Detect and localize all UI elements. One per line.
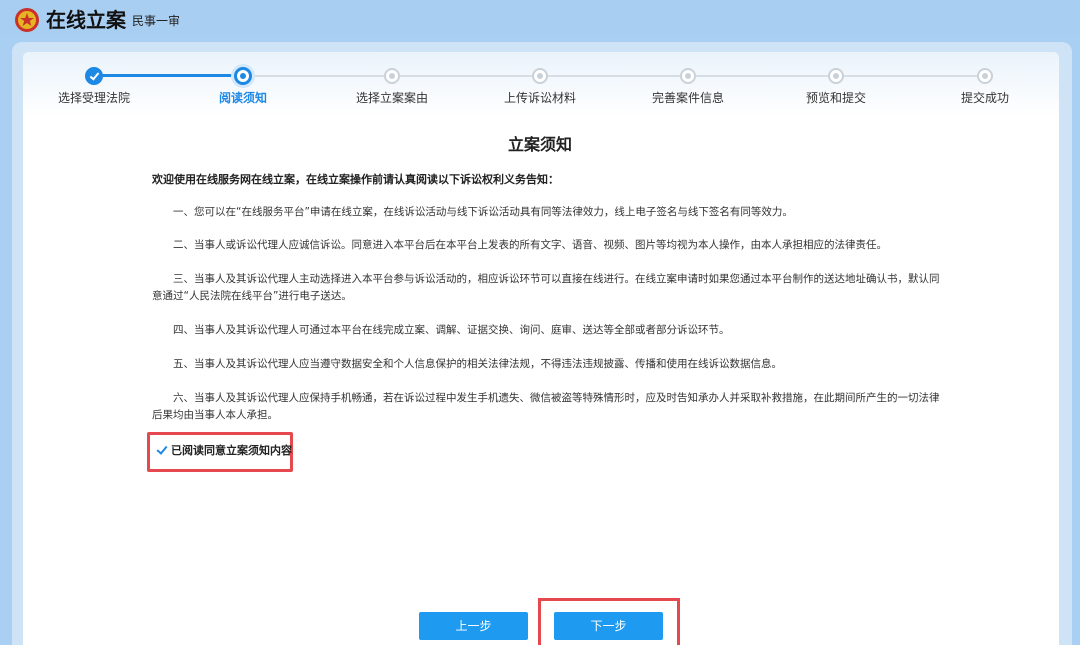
step-label-4: 上传诉讼材料 (503, 91, 577, 105)
next-button[interactable]: 下一步 (554, 612, 663, 640)
step-label-2: 阅读须知 (218, 91, 268, 105)
prev-button[interactable]: 上一步 (419, 612, 528, 640)
notice-paragraph: 一、您可以在“在线服务平台”申请在线立案，在线诉讼活动与线下诉讼活动具有同等法律… (173, 206, 793, 218)
step-label-1: 选择受理法院 (57, 91, 131, 105)
step-indicator-7 (977, 68, 993, 84)
agree-checkbox[interactable] (156, 444, 168, 456)
step-indicator-4 (532, 68, 548, 84)
app-subtitle: 民事一审 (132, 14, 181, 28)
stepper-progress (94, 74, 243, 77)
app-title: 在线立案 (46, 8, 126, 32)
stepper (23, 52, 1059, 116)
step-indicator-3 (384, 68, 400, 84)
notice-paragraph: 三、当事人及其诉讼代理人主动选择进入本平台参与诉讼活动的，相应诉讼环节可以直接在… (152, 273, 940, 302)
step-indicator-2 (234, 67, 252, 85)
notice-paragraph: 五、当事人及其诉讼代理人应当遵守数据安全和个人信息保护的相关法律法规，不得违法违… (173, 358, 782, 370)
notice-intro: 欢迎使用在线服务网在线立案，在线立案操作前请认真阅读以下诉讼权利义务告知： (152, 173, 559, 186)
step-indicator-5 (680, 68, 696, 84)
notice-paragraph: 六、当事人及其诉讼代理人应保持手机畅通，若在诉讼过程中发生手机遗失、微信被盗等特… (152, 392, 940, 421)
notice-paragraph: 二、当事人或诉讼代理人应诚信诉讼。同意进入本平台后在本平台上发表的所有文字、语音… (173, 239, 887, 251)
step-label-3: 选择立案案由 (355, 91, 429, 105)
check-icon (89, 70, 100, 81)
step-indicator-1 (85, 67, 103, 85)
step-label-6: 预览和提交 (805, 91, 867, 105)
notice-title: 立案须知 (507, 135, 572, 154)
step-indicator-6 (828, 68, 844, 84)
agree-label[interactable]: 已阅读同意立案须知内容 (171, 443, 292, 458)
step-label-7: 提交成功 (960, 91, 1010, 105)
notice-paragraph: 四、当事人及其诉讼代理人可通过本平台在线完成立案、调解、证据交换、询问、庭审、送… (173, 324, 730, 336)
court-emblem-icon (15, 8, 39, 32)
step-label-5: 完善案件信息 (651, 91, 725, 105)
